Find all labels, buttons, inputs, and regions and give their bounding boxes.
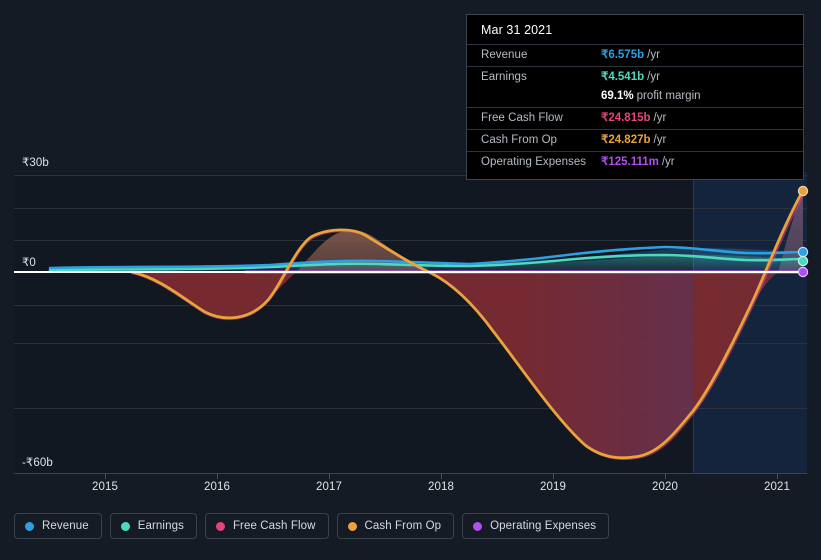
earnings-color-dot: [120, 521, 130, 531]
x-axis-label-2017: 2017: [316, 481, 342, 493]
tooltip-value-earnings: ₹4.541b: [601, 71, 645, 83]
cash-from-op-color-dot: [347, 521, 357, 531]
tooltip-row-revenue: Revenue ₹6.575b /yr: [467, 44, 803, 66]
y-axis-label-top: ₹30b: [22, 157, 49, 169]
tooltip-row-free-cash-flow: Free Cash Flow ₹24.815b /yr: [467, 107, 803, 129]
tooltip-row-cash-from-op: Cash From Op ₹24.827b /yr: [467, 129, 803, 151]
legend-label-free-cash-flow: Free Cash Flow: [232, 520, 316, 532]
chart-tooltip: Mar 31 2021 Revenue ₹6.575b /yr Earnings…: [466, 14, 804, 180]
tooltip-unit-profit-margin: profit margin: [636, 90, 701, 102]
x-axis-label-2019: 2019: [540, 481, 566, 493]
tooltip-row-earnings: Earnings ₹4.541b /yr: [467, 66, 803, 88]
operating-expenses-endpoint: [797, 266, 809, 278]
tooltip-value-operating-expenses: ₹125.111m: [601, 156, 659, 168]
x-axis-label-2016: 2016: [204, 481, 230, 493]
tooltip-date: Mar 31 2021: [481, 23, 553, 37]
x-axis-label-2015: 2015: [92, 481, 118, 493]
y-axis-label-zero: ₹0: [22, 257, 36, 269]
legend-item-free-cash-flow[interactable]: Free Cash Flow: [204, 513, 329, 539]
operating-expenses-color-dot: [473, 521, 483, 531]
tooltip-row-profit-margin: 69.1% profit margin: [467, 88, 803, 107]
tooltip-row-operating-expenses: Operating Expenses ₹125.111m /yr: [467, 151, 803, 173]
chart-legend: Revenue Earnings Free Cash Flow Cash Fro…: [14, 513, 610, 539]
tooltip-value-profit-margin: 69.1%: [601, 90, 634, 102]
free-cash-flow-color-dot: [215, 521, 225, 531]
revenue-endpoint: [797, 246, 809, 258]
x-axis-ticks: [105, 474, 778, 479]
legend-item-operating-expenses[interactable]: Operating Expenses: [462, 513, 610, 539]
tooltip-label-free-cash-flow: Free Cash Flow: [481, 112, 563, 124]
tooltip-unit-cash-from-op: /yr: [653, 134, 667, 146]
x-axis-label-2018: 2018: [428, 481, 454, 493]
tooltip-unit-operating-expenses: /yr: [661, 156, 675, 168]
legend-label-earnings: Earnings: [137, 520, 184, 532]
legend-item-earnings[interactable]: Earnings: [109, 513, 197, 539]
cash-from-op-endpoint: [797, 185, 809, 197]
tooltip-label-operating-expenses: Operating Expenses: [481, 156, 587, 168]
earnings-endpoint: [797, 255, 809, 267]
revenue-color-dot: [25, 521, 34, 531]
x-axis-label-2021: 2021: [764, 481, 790, 493]
legend-label-cash-from-op: Cash From Op: [364, 520, 442, 532]
legend-item-revenue[interactable]: Revenue: [14, 513, 102, 539]
tooltip-unit-free-cash-flow: /yr: [653, 112, 667, 124]
tooltip-label-cash-from-op: Cash From Op: [481, 134, 558, 146]
tooltip-label-revenue: Revenue: [481, 49, 528, 61]
x-axis-label-2020: 2020: [652, 481, 678, 493]
tooltip-unit-earnings: /yr: [647, 71, 660, 83]
legend-label-revenue: Revenue: [42, 520, 89, 532]
tooltip-value-free-cash-flow: ₹24.815b: [601, 112, 651, 124]
tooltip-value-cash-from-op: ₹24.827b: [601, 134, 651, 146]
tooltip-value-revenue: ₹6.575b: [601, 49, 645, 61]
legend-item-cash-from-op[interactable]: Cash From Op: [336, 513, 455, 539]
legend-label-operating-expenses: Operating Expenses: [490, 520, 597, 532]
y-axis-label-bottom: -₹60b: [22, 457, 53, 469]
tooltip-unit-revenue: /yr: [647, 49, 660, 61]
tooltip-label-earnings: Earnings: [481, 71, 527, 83]
